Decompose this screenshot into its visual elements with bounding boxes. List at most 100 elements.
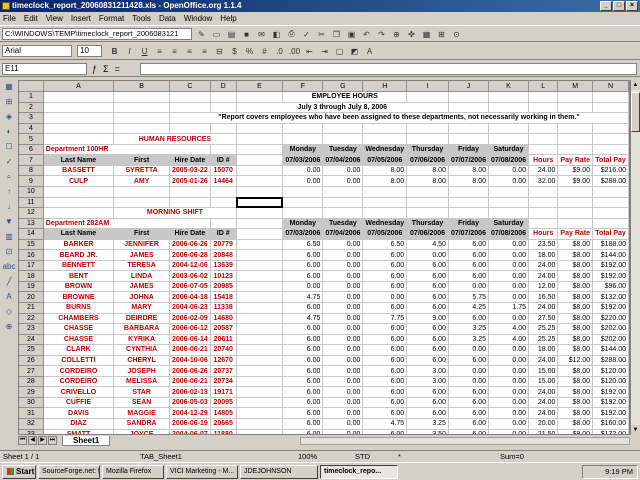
data-cell[interactable]: 6.00 [448, 418, 489, 430]
menu-window[interactable]: Window [184, 14, 212, 23]
column-header[interactable]: J [448, 81, 489, 93]
cell[interactable] [236, 291, 284, 303]
row-header[interactable]: 14 [19, 228, 44, 240]
cells-table[interactable]: ABCDEFGHIJKLMN 1 EMPLOYEE HOURS 2 July 3 th… [19, 81, 629, 434]
data-cell[interactable]: 6.00 [406, 407, 449, 419]
insert-object-icon[interactable]: ◈ [2, 112, 16, 125]
data-cell[interactable]: 14464 [210, 175, 237, 187]
data-cell[interactable]: 20779 [210, 239, 237, 251]
data-cell[interactable]: 24.00 [528, 260, 559, 272]
data-cell[interactable]: 13639 [210, 260, 237, 272]
data-cell[interactable]: KYRIKA [113, 334, 170, 346]
borders-icon[interactable]: ▢ [333, 45, 346, 57]
row-header[interactable]: 24 [19, 334, 44, 346]
data-cell[interactable]: BEARD JR. [43, 249, 115, 261]
data-cell[interactable]: $8.00 [557, 323, 593, 335]
data-cell[interactable]: 20737 [210, 365, 237, 377]
data-cell[interactable]: 15070 [210, 165, 237, 177]
name-box[interactable]: E11 [2, 63, 87, 75]
cell[interactable] [592, 144, 629, 156]
data-cell[interactable]: 20095 [210, 397, 237, 409]
delete-decimal-icon[interactable]: .00 [288, 45, 301, 57]
row-header[interactable]: 25 [19, 344, 44, 356]
cell[interactable] [236, 313, 284, 325]
data-cell[interactable]: $288.00 [592, 175, 629, 187]
cell[interactable] [282, 133, 324, 145]
row-header[interactable]: 18 [19, 270, 44, 282]
cell[interactable] [236, 144, 284, 156]
row-header[interactable]: 11 [19, 197, 44, 209]
data-cell[interactable]: 2005-03-22 [169, 165, 211, 177]
data-cell[interactable]: 2003-06-02 [169, 270, 211, 282]
increase-indent-icon[interactable]: ⇥ [318, 45, 331, 57]
cell[interactable] [210, 123, 237, 135]
cell[interactable] [557, 123, 593, 135]
data-cell[interactable]: 20611 [210, 334, 237, 346]
data-cell[interactable]: 6.00 [282, 407, 324, 419]
data-cell[interactable]: BROWNE [43, 291, 115, 303]
data-cell[interactable]: 6.00 [448, 260, 489, 272]
data-cell[interactable]: $216.00 [592, 165, 629, 177]
data-cell[interactable]: 0.00 [322, 386, 364, 398]
data-cell[interactable]: 6.50 [362, 239, 408, 251]
insert-cells-icon[interactable]: ⊞ [2, 97, 16, 110]
data-cell[interactable]: JOSEPH [113, 365, 170, 377]
row-header[interactable]: 32 [19, 418, 44, 430]
data-cell[interactable]: CULP [43, 175, 115, 187]
cell[interactable] [210, 102, 237, 114]
cell[interactable] [236, 175, 284, 187]
data-cell[interactable]: $8.00 [557, 376, 593, 388]
row-header[interactable]: 28 [19, 376, 44, 388]
cell[interactable] [113, 197, 170, 209]
cut-icon[interactable]: ✂ [315, 28, 328, 40]
data-cell[interactable]: 0.00 [322, 334, 364, 346]
last-sheet-icon[interactable]: ⏭ [48, 436, 57, 445]
data-cell[interactable]: 0.00 [488, 270, 530, 282]
column-header[interactable]: G [322, 81, 364, 93]
cell[interactable] [43, 123, 115, 135]
menu-format[interactable]: Format [99, 14, 124, 23]
column-header[interactable]: L [528, 81, 559, 93]
cell[interactable] [592, 186, 629, 198]
data-cell[interactable]: 8.00 [406, 165, 449, 177]
cell[interactable] [528, 144, 559, 156]
data-cell[interactable]: 2006-06-21 [169, 344, 211, 356]
cell[interactable] [557, 133, 593, 145]
data-cell[interactable]: $132.00 [592, 291, 629, 303]
data-cell[interactable]: CHASSE [43, 334, 115, 346]
print-icon[interactable]: ⎙ [285, 28, 298, 40]
data-cell[interactable]: MELISSA [113, 376, 170, 388]
merge-cells-icon[interactable]: ⊟ [213, 45, 226, 57]
data-cell[interactable]: $144.00 [592, 344, 629, 356]
data-cell[interactable]: $8.00 [557, 270, 593, 282]
spellcheck-icon[interactable]: ✓ [300, 28, 313, 40]
row-header[interactable]: 27 [19, 365, 44, 377]
data-cell[interactable]: $120.00 [592, 365, 629, 377]
data-cell[interactable]: $160.00 [592, 418, 629, 430]
row-header[interactable]: 26 [19, 355, 44, 367]
column-header[interactable]: M [557, 81, 593, 93]
data-cell[interactable]: 10123 [210, 270, 237, 282]
data-cell[interactable]: 4.75 [282, 313, 324, 325]
data-cell[interactable]: BROWN [43, 281, 115, 293]
data-cell[interactable]: 6.00 [282, 418, 324, 430]
column-header[interactable]: A [43, 81, 115, 93]
data-cell[interactable]: 0.00 [322, 376, 364, 388]
data-cell[interactable]: 0.00 [322, 260, 364, 272]
cell[interactable] [557, 186, 593, 198]
data-cell[interactable]: 6.00 [448, 355, 489, 367]
cell[interactable] [557, 207, 593, 219]
data-cell[interactable]: 6.00 [406, 397, 449, 409]
data-cell[interactable]: 6.00 [362, 249, 408, 261]
cell[interactable] [592, 218, 629, 230]
column-header[interactable]: H [362, 81, 408, 93]
data-cell[interactable]: 6.00 [362, 397, 408, 409]
data-cell[interactable]: 0.00 [488, 175, 530, 187]
data-cell[interactable]: 6.00 [448, 407, 489, 419]
cell[interactable] [406, 123, 449, 135]
data-cell[interactable]: 0.00 [488, 281, 530, 293]
hyperlink-icon[interactable]: ⊕ [390, 28, 403, 40]
align-center-icon[interactable]: ≡ [168, 45, 181, 57]
data-cell[interactable]: 25.25 [528, 323, 559, 335]
data-cell[interactable]: CHAMBERS [43, 313, 115, 325]
